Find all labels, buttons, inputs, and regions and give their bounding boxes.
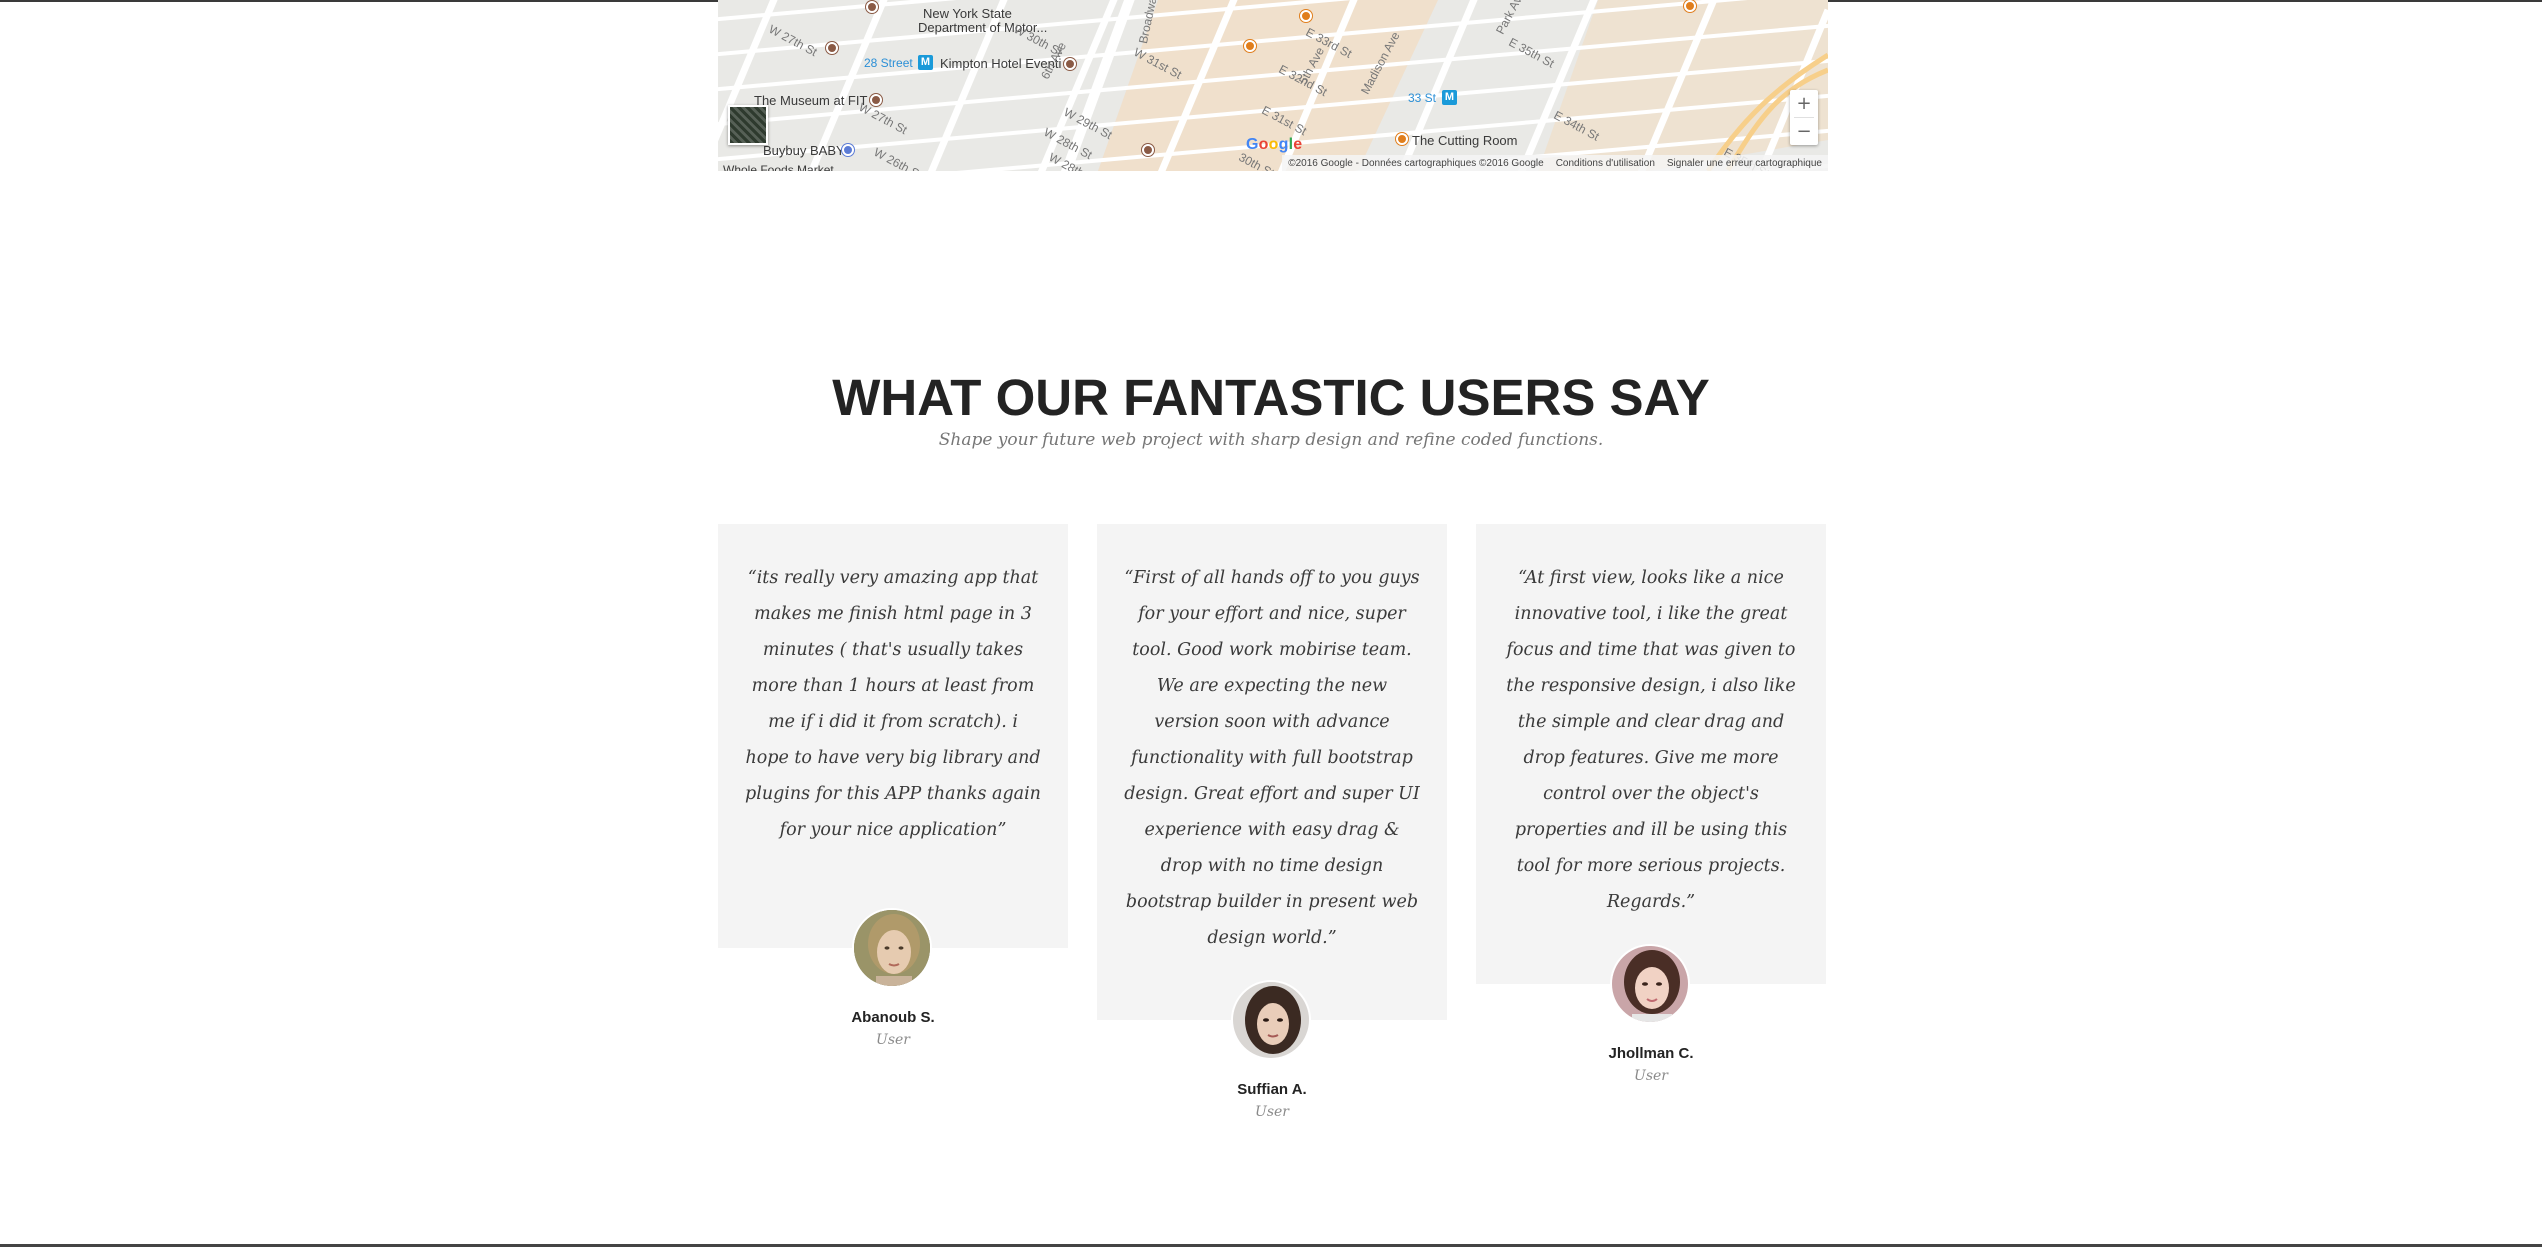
avatar-portrait	[1233, 982, 1309, 1058]
avatar	[1610, 944, 1690, 1024]
map-place-label: The Cutting Room	[1412, 133, 1518, 148]
logo-letter: g	[1278, 136, 1289, 153]
poi-marker-icon[interactable]	[1142, 144, 1154, 156]
logo-letter: o	[1268, 136, 1279, 153]
testimonial-card: “its really very amazing app that makes …	[718, 524, 1068, 948]
poi-marker-icon[interactable]	[870, 94, 882, 106]
google-logo[interactable]: Google	[1246, 136, 1302, 154]
logo-letter: G	[1246, 136, 1259, 153]
map-report-error-link[interactable]: Signaler une erreur cartographique	[1667, 158, 1822, 169]
testimonial-author-role: User	[1255, 1104, 1289, 1120]
testimonial-author-name: Suffian A.	[1237, 1081, 1307, 1098]
google-map[interactable]: New York State Department of Motor... Ki…	[718, 0, 1828, 171]
testimonial-author-name: Jhollman C.	[1608, 1045, 1694, 1062]
metro-icon: M	[918, 55, 933, 70]
section-subtitle: Shape your future web project with sharp…	[938, 430, 1604, 450]
metro-station-label: 28 Street	[864, 56, 913, 70]
avatar	[1231, 980, 1311, 1060]
zoom-in-button[interactable]: +	[1790, 90, 1818, 117]
section-title: WHAT OUR FANTASTIC USERS SAY	[832, 369, 1710, 426]
map-place-label: New York State	[923, 6, 1012, 21]
testimonial-quote: “its really very amazing app that makes …	[745, 568, 1041, 840]
map-type-satellite-toggle[interactable]	[728, 105, 768, 145]
testimonial-quote: “At first view, looks like a nice innova…	[1506, 568, 1796, 912]
testimonial-author-name: Abanoub S.	[851, 1009, 935, 1026]
map-place-label: The Museum at FIT	[754, 93, 868, 108]
poi-marker-icon[interactable]	[866, 1, 878, 13]
avatar-portrait	[1612, 946, 1688, 1022]
poi-marker-icon[interactable]	[826, 42, 838, 54]
poi-marker-icon[interactable]	[1244, 40, 1256, 52]
map-terms-link[interactable]: Conditions d'utilisation	[1556, 158, 1655, 169]
testimonial-author-role: User	[876, 1032, 910, 1048]
testimonial-author-role: User	[1634, 1068, 1668, 1084]
poi-marker-icon[interactable]	[1684, 0, 1696, 12]
logo-letter: o	[1258, 136, 1269, 153]
avatar-portrait	[854, 910, 930, 986]
metro-icon: M	[1442, 90, 1457, 105]
logo-letter: e	[1293, 136, 1303, 153]
map-attribution-bar: ©2016 Google - Données cartographiques ©…	[1282, 155, 1828, 171]
map-attribution: ©2016 Google - Données cartographiques ©…	[1288, 157, 1544, 169]
poi-marker-icon[interactable]	[842, 144, 854, 156]
zoom-out-button[interactable]: −	[1790, 118, 1818, 145]
poi-marker-icon[interactable]	[1300, 10, 1312, 22]
testimonial-card: “At first view, looks like a nice innova…	[1476, 524, 1826, 984]
map-place-label: Whole Foods Market	[723, 163, 834, 171]
testimonial-quote: “First of all hands off to you guys for …	[1124, 568, 1420, 948]
avatar	[852, 908, 932, 988]
map-place-label: Buybuy BABY	[763, 143, 845, 158]
metro-station-label: 33 St	[1408, 91, 1437, 105]
testimonial-card: “First of all hands off to you guys for …	[1097, 524, 1447, 1020]
poi-marker-icon[interactable]	[1396, 133, 1408, 145]
poi-marker-icon[interactable]	[1064, 58, 1076, 70]
map-zoom-control: + −	[1790, 90, 1818, 145]
